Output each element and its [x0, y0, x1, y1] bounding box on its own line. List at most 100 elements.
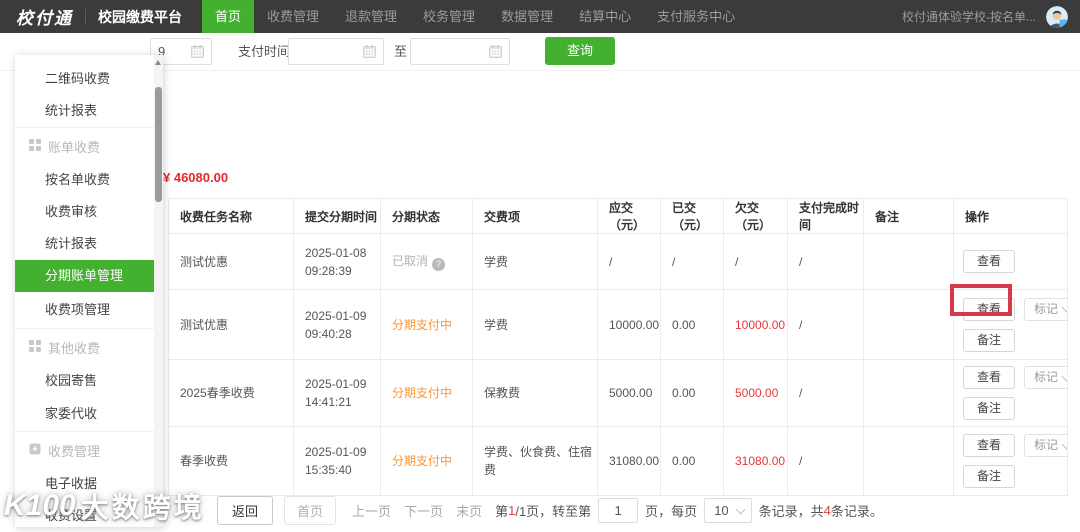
- mark-dropdown[interactable]: 标记: [1024, 366, 1067, 389]
- col-actions: 操作: [953, 198, 1068, 234]
- cell-paid: 0.00: [660, 289, 724, 360]
- topbar-divider: [85, 9, 86, 24]
- sidebar-item-fee-settings[interactable]: 收费设置: [15, 500, 163, 532]
- view-button[interactable]: 查看: [963, 366, 1016, 389]
- chevron-down-icon: [1061, 302, 1067, 313]
- school-account-label[interactable]: 校付通体验学校-按名单...: [902, 8, 1036, 25]
- cell-actions: 查看: [953, 233, 1068, 290]
- sidebar-item-stats-report-2[interactable]: 统计报表: [15, 228, 163, 260]
- pay-time-label: 支付时间: [238, 44, 291, 59]
- page-info-prefix: 第: [495, 504, 509, 519]
- cell-pay-items: 学费、伙食费、住宿费: [472, 426, 598, 496]
- cell-submit-time: 2025-01-09 14:41:21: [293, 359, 381, 427]
- cell-remark: [863, 359, 954, 427]
- cell-actions: 查看 标记 备注: [953, 426, 1068, 496]
- sidebar-item-qrcode-fee[interactable]: 二维码收费: [15, 63, 163, 95]
- calendar-icon: [363, 45, 376, 58]
- query-button[interactable]: 查询: [545, 37, 615, 65]
- records-label: 条记录，共: [758, 504, 824, 519]
- next-page-link[interactable]: 下一页: [404, 501, 443, 520]
- installment-bill-table: 收费任务名称 提交分期时间 分期状态 交费项 应交（元） 已交（元） 欠交（元）…: [168, 198, 1068, 496]
- top-bar: 校付通 校园缴费平台 首页 收费管理 退款管理 校务管理 数据管理 结算中心 支…: [0, 0, 1080, 33]
- nav-home[interactable]: 首页: [202, 0, 255, 33]
- current-page: 1: [508, 503, 516, 518]
- table-header-row: 收费任务名称 提交分期时间 分期状态 交费项 应交（元） 已交（元） 欠交（元）…: [168, 198, 1068, 234]
- sidebar-item-fee-review[interactable]: 收费审核: [15, 196, 163, 228]
- view-button[interactable]: 查看: [963, 434, 1016, 457]
- sidebar-section-other-fee: 其他收费: [15, 328, 163, 365]
- nav-school-affairs[interactable]: 校务管理: [410, 0, 488, 33]
- sidebar-section-fee-mgmt: 收费管理: [15, 431, 163, 468]
- mark-dropdown[interactable]: 标记: [1024, 434, 1067, 457]
- grid-icon: [29, 138, 41, 154]
- nav-data-management[interactable]: 数据管理: [488, 0, 566, 33]
- scroll-up-icon[interactable]: [155, 60, 161, 65]
- sidebar-item-by-roster-fee[interactable]: 按名单收费: [15, 164, 163, 196]
- nav-refund-management[interactable]: 退款管理: [332, 0, 410, 33]
- main-nav: 首页 收费管理 退款管理 校务管理 数据管理 结算中心 支付服务中心: [202, 0, 748, 33]
- view-button[interactable]: 查看: [963, 250, 1016, 273]
- col-owed: 欠交（元）: [723, 198, 788, 234]
- cell-complete-time: /: [787, 233, 864, 290]
- sidebar-item-installment-bill-mgmt[interactable]: 分期账单管理: [15, 260, 163, 292]
- sidebar-item-stats-report-1[interactable]: 统计报表: [15, 95, 163, 127]
- cell-submit-time: 2025-01-09 09:40:28: [293, 289, 381, 360]
- cell-remark: [863, 233, 954, 290]
- mark-dropdown[interactable]: 标记: [1024, 297, 1067, 321]
- cell-remark: [863, 426, 954, 496]
- prev-page-link[interactable]: 上一页: [352, 501, 391, 520]
- pay-time-start-input[interactable]: [288, 38, 384, 65]
- nav-fee-management[interactable]: 收费管理: [254, 0, 332, 33]
- remark-button[interactable]: 备注: [963, 397, 1016, 420]
- scrollbar-thumb[interactable]: [155, 87, 162, 202]
- cell-actions: 查看 标记 备注: [953, 359, 1068, 427]
- first-page-button[interactable]: 首页: [284, 496, 337, 525]
- sidebar-item-e-receipt[interactable]: 电子收据: [15, 468, 163, 500]
- table-row: 2025春季收费 2025-01-09 14:41:21 分期支付中 保教费 5…: [168, 359, 1068, 427]
- sidebar-item-parent-committee-collect[interactable]: 家委代收: [15, 397, 163, 431]
- cell-task-name: 2025春季收费: [168, 359, 294, 427]
- page-info-suffix: /1页，转至第: [515, 504, 592, 519]
- help-question-icon[interactable]: ?: [432, 258, 446, 271]
- chevron-down-icon: [1061, 371, 1067, 381]
- sidebar-section-bill-fee: 账单收费: [15, 127, 163, 164]
- view-button[interactable]: 查看: [963, 297, 1016, 321]
- total-records: 4: [823, 503, 831, 518]
- records-tail-label: 条记录。: [830, 504, 883, 519]
- cell-owed: 10000.00: [723, 289, 788, 360]
- cell-task-name: 春季收费: [168, 426, 294, 496]
- col-submit-time: 提交分期时间: [293, 198, 381, 234]
- cell-status: 分期支付中: [380, 289, 473, 360]
- nav-payment-service-center[interactable]: 支付服务中心: [644, 0, 748, 33]
- user-avatar-icon[interactable]: [1046, 5, 1068, 28]
- chevron-down-icon: [1061, 439, 1067, 449]
- cell-remark: [863, 289, 954, 360]
- table-row: 测试优惠 2025-01-09 09:40:28 分期支付中 学费 10000.…: [168, 289, 1068, 360]
- sidebar-item-fee-item-mgmt[interactable]: 收费项管理: [15, 292, 163, 328]
- remark-button[interactable]: 备注: [963, 465, 1016, 488]
- cell-paid: 0.00: [660, 426, 724, 496]
- cell-submit-time: 2025-01-09 15:35:40: [293, 426, 381, 496]
- pagination-bar: 返回 首页 上一页 下一页 末页 第1/1页，转至第 页，每页 10 条记录，共…: [217, 496, 883, 525]
- sidebar-item-campus-consignment[interactable]: 校园寄售: [15, 365, 163, 397]
- col-remark: 备注: [863, 198, 954, 234]
- sidebar: 二维码收费 统计报表 账单收费 按名单收费 收费审核 统计报表 分期账单管理 收…: [15, 55, 163, 527]
- back-button[interactable]: 返回: [217, 496, 274, 525]
- goto-suffix-label: 页，每页: [645, 504, 698, 519]
- last-page-link[interactable]: 末页: [456, 501, 482, 520]
- goto-page-input[interactable]: [598, 498, 639, 523]
- sidebar-scrollbar[interactable]: [154, 55, 163, 527]
- per-page-select[interactable]: 10: [704, 498, 752, 523]
- pay-time-end-input[interactable]: [410, 38, 510, 65]
- app-logo: 校付通: [16, 9, 73, 28]
- cell-due: /: [597, 233, 661, 290]
- platform-title: 校园缴费平台: [98, 8, 182, 25]
- table-row: 测试优惠 2025-01-08 09:28:39 已取消? 学费 / / / /…: [168, 233, 1068, 290]
- cell-complete-time: /: [787, 426, 864, 496]
- badge-download-icon: [29, 443, 41, 458]
- nav-settlement-center[interactable]: 结算中心: [566, 0, 644, 33]
- cell-owed: /: [723, 233, 788, 290]
- remark-button[interactable]: 备注: [963, 328, 1016, 352]
- cell-complete-time: /: [787, 359, 864, 427]
- cell-submit-time: 2025-01-08 09:28:39: [293, 233, 381, 290]
